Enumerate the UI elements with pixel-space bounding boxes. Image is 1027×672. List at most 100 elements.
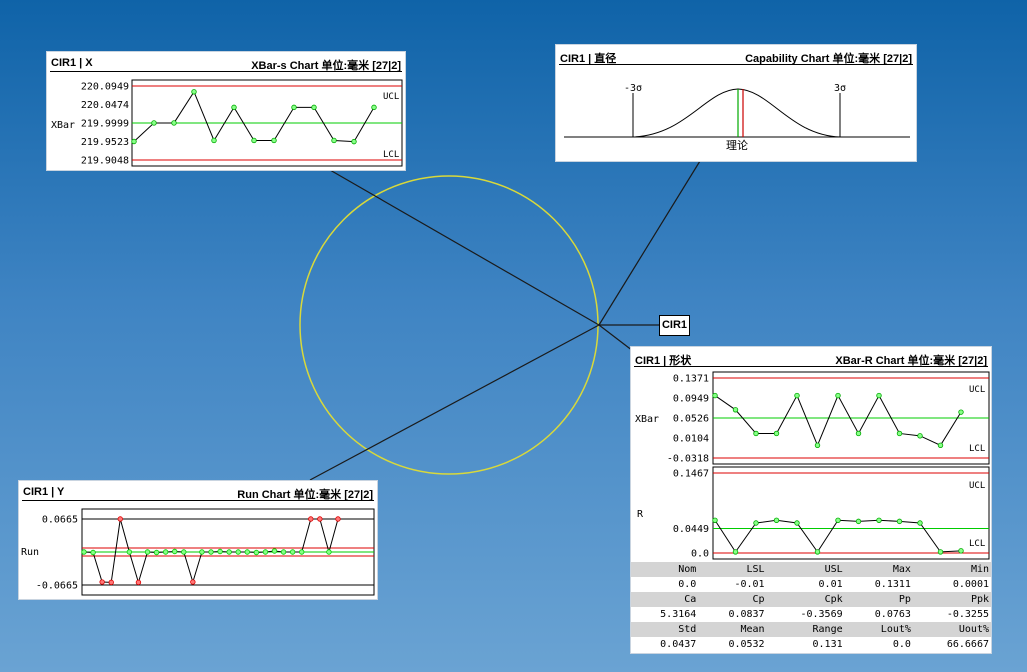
xbar-ucl-label: UCL [969, 385, 985, 395]
stats-value-cell: 66.6667 [913, 637, 991, 652]
data-point [753, 430, 759, 437]
lcl-label: LCL [383, 150, 399, 160]
stats-header-row: Ca Cp Cpk Pp Ppk [631, 592, 991, 607]
y-tick-label: 0.1467 [673, 469, 709, 480]
xbar-s-chart-plot: XBar UCL LCL 220.0949 220.0474 219.9999 219… [51, 79, 403, 167]
data-point [371, 104, 377, 111]
data-point [732, 407, 739, 413]
data-point [108, 579, 114, 586]
stats-header-cell: Min [913, 562, 991, 577]
nominal-label: 理论 [726, 138, 748, 152]
y-tick-label: 0.0949 [673, 393, 709, 404]
stats-value-cell: -0.3569 [767, 607, 846, 622]
feature-callout-label[interactable]: CIR1 [659, 315, 690, 336]
y-tick-label: -0.0318 [667, 454, 709, 465]
stats-header-cell: Max [845, 562, 914, 577]
ucl-label: UCL [383, 92, 399, 102]
data-point [262, 549, 269, 555]
data-point [271, 548, 278, 554]
data-point [244, 549, 250, 555]
data-point [773, 430, 780, 437]
stats-value-cell: 0.131 [767, 637, 846, 652]
xbar-s-chart-panel[interactable]: CIR1 | X XBar-s Chart 单位:毫米 [27|2] XBar … [46, 51, 406, 171]
distribution-curve [632, 88, 841, 138]
data-point [308, 516, 314, 522]
data-point [211, 137, 217, 144]
y-tick-label: 219.9999 [81, 118, 129, 129]
y-tick-label: 220.0474 [81, 100, 129, 111]
data-point [217, 548, 223, 555]
data-point [299, 549, 305, 555]
data-point [712, 392, 718, 399]
stats-value-cell: 0.0837 [699, 607, 768, 622]
stats-header-cell: USL [767, 562, 846, 577]
data-point [855, 430, 862, 437]
data-point [191, 89, 197, 95]
data-point [289, 549, 296, 555]
statistics-table: Nom LSL USL Max Min 0.0 -0.01 0.01 0.131… [631, 562, 991, 652]
stats-header-cell: Nom [631, 562, 700, 577]
stats-value-cell: 0.0001 [913, 577, 991, 592]
data-point [917, 520, 923, 526]
y-tick-label: 0.0526 [673, 414, 709, 425]
capability-chart-panel[interactable]: CIR1 | 直径 Capability Chart 单位:毫米 [27|2] … [555, 44, 917, 162]
data-point [172, 548, 178, 555]
data-point [126, 549, 133, 555]
data-point [917, 433, 923, 439]
data-point [896, 518, 903, 525]
stats-value-cell: 0.0532 [699, 637, 768, 652]
y-tick-label: 0.0 [691, 549, 709, 560]
data-point [814, 442, 821, 449]
data-point [958, 409, 964, 415]
data-point [117, 516, 123, 522]
data-point [753, 520, 759, 526]
data-point [835, 392, 841, 399]
data-point [712, 517, 718, 523]
range-ucl-label: UCL [969, 481, 985, 491]
range-lcl-label: LCL [969, 539, 985, 549]
data-point [226, 549, 232, 555]
stats-value-cell: 0.0437 [631, 637, 700, 652]
stats-value-cell: -0.3255 [913, 607, 991, 622]
xbar-r-chart-plot: XBar UCL LCL R UCL LCL 0.1371 0.0949 0.052… [635, 371, 990, 560]
data-point [876, 392, 882, 399]
data-point [317, 516, 323, 522]
stats-header-row: Std Mean Range Lout% Uout% [631, 622, 991, 637]
data-point [144, 549, 151, 555]
leader-line-shape [598, 324, 634, 352]
data-point [235, 549, 241, 555]
data-point [271, 137, 277, 144]
y-tick-label: 219.9048 [81, 156, 129, 167]
xbar-y-axis-label: XBar [635, 414, 659, 425]
stats-header-cell: Ppk [913, 592, 991, 607]
run-chart-panel[interactable]: CIR1 | Y Run Chart 单位:毫米 [27|2] Run 0.06… [18, 480, 378, 600]
data-point [732, 549, 739, 555]
stats-header-cell: LSL [699, 562, 768, 577]
stats-header-cell: Std [631, 622, 700, 637]
leader-line-capability [598, 160, 701, 326]
data-point [291, 104, 297, 111]
stats-value-row: 0.0437 0.0532 0.131 0.0 66.6667 [631, 637, 991, 652]
data-point [81, 549, 87, 555]
data-point [153, 549, 160, 556]
circle-feature[interactable] [299, 175, 599, 475]
data-point [162, 549, 169, 555]
stats-header-cell: Range [767, 622, 846, 637]
plus-3-sigma-label: 3σ [834, 83, 846, 94]
run-chart-plot: Run 0.0665 -0.0665 [21, 508, 375, 596]
data-point [896, 430, 903, 437]
data-point [937, 549, 944, 555]
data-point [251, 137, 257, 144]
data-point [311, 104, 317, 111]
data-point [181, 549, 187, 555]
data-point [326, 549, 332, 555]
stats-value-cell: 0.0 [845, 637, 914, 652]
xbar-r-chart-panel[interactable]: CIR1 | 形状 XBar-R Chart 单位:毫米 [27|2] XBar… [630, 346, 992, 654]
y-tick-label: 219.9523 [81, 137, 129, 148]
data-point [135, 579, 142, 586]
data-point [937, 442, 944, 449]
data-point [231, 104, 237, 111]
stats-value-cell: 0.0 [631, 577, 700, 592]
stats-header-row: Nom LSL USL Max Min [631, 562, 991, 577]
data-point [331, 137, 337, 144]
